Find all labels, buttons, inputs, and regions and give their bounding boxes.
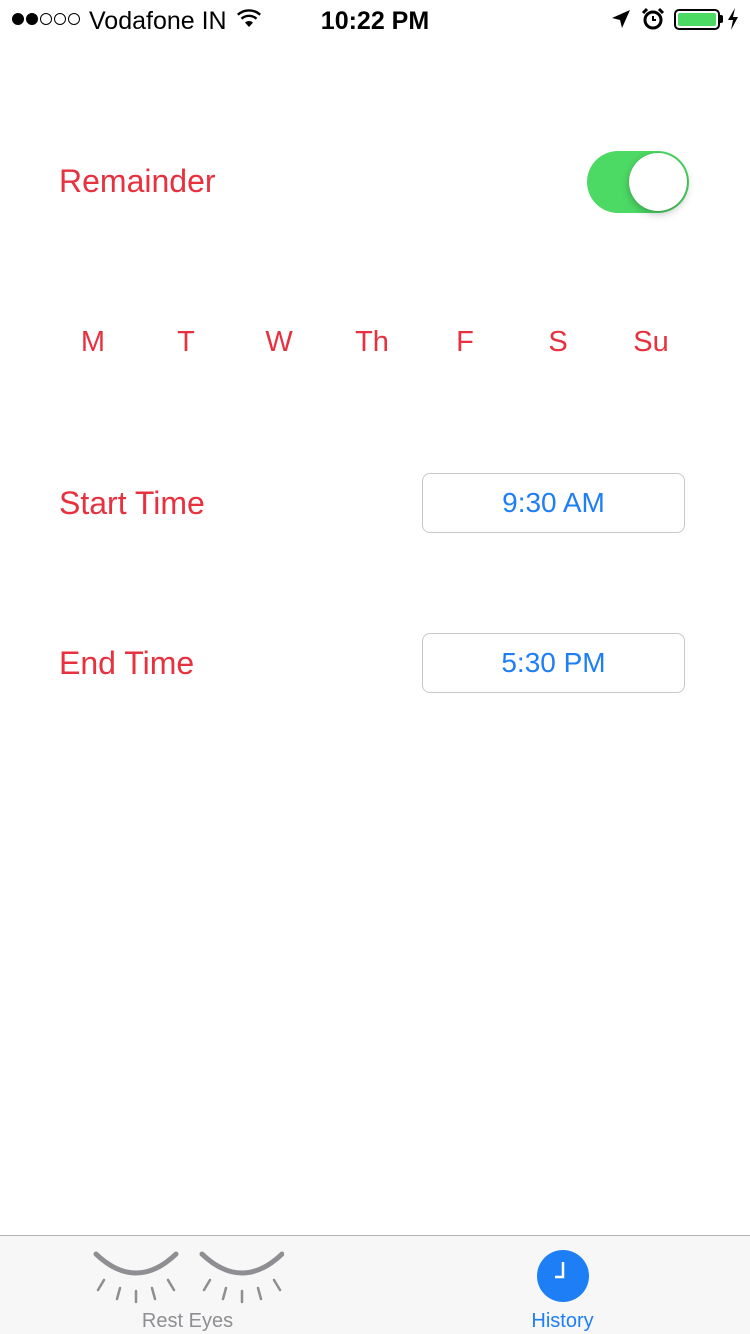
day-tuesday[interactable]: T xyxy=(146,326,226,359)
clock-icon xyxy=(537,1250,589,1302)
battery-tip xyxy=(720,15,723,23)
remainder-toggle[interactable] xyxy=(587,151,689,213)
status-bar: Vodafone IN 10:22 PM xyxy=(0,0,750,40)
tab-history-label: History xyxy=(531,1310,594,1332)
end-time-label: End Time xyxy=(59,645,195,681)
day-wednesday[interactable]: W xyxy=(239,326,319,359)
tab-history[interactable]: History xyxy=(375,1236,750,1334)
end-time-button[interactable]: 5:30 PM xyxy=(422,633,685,693)
day-monday[interactable]: M xyxy=(53,326,133,359)
tab-rest-eyes[interactable]: Rest Eyes xyxy=(0,1236,375,1334)
start-time-button[interactable]: 9:30 AM xyxy=(422,473,685,533)
tab-bar: Rest Eyes History xyxy=(0,1235,750,1334)
closed-eyes-icon xyxy=(92,1248,285,1313)
status-time: 10:22 PM xyxy=(320,7,430,35)
day-sunday[interactable]: Su xyxy=(611,326,691,359)
start-time-label: Start Time xyxy=(59,485,205,521)
remainder-label: Remainder xyxy=(59,163,216,199)
day-saturday[interactable]: S xyxy=(518,326,598,359)
tab-rest-eyes-label: Rest Eyes xyxy=(141,1310,234,1332)
charging-bolt-icon xyxy=(727,8,739,35)
location-arrow-icon xyxy=(611,9,631,34)
weekday-selector: M T W Th F S Su xyxy=(0,326,750,366)
day-friday[interactable]: F xyxy=(425,326,505,359)
day-thursday[interactable]: Th xyxy=(332,326,412,359)
battery-icon xyxy=(674,9,720,30)
toggle-knob xyxy=(629,153,687,211)
alarm-clock-icon xyxy=(641,7,665,36)
